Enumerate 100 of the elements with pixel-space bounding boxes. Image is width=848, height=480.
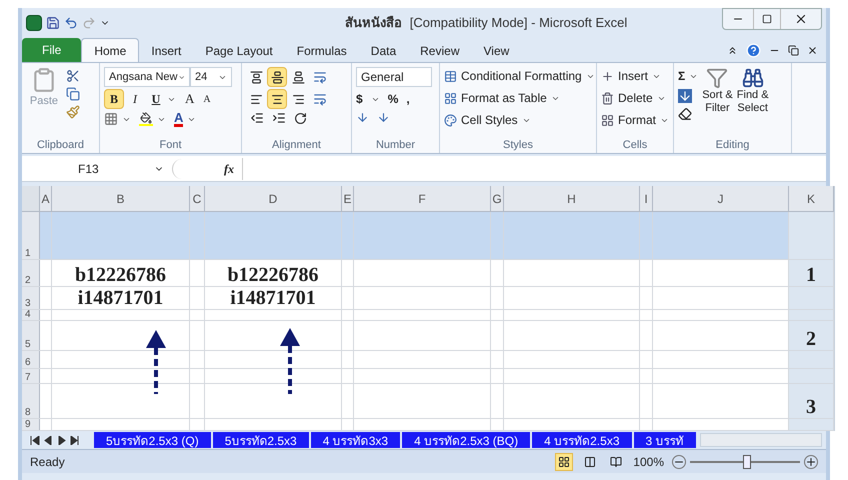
- row-header[interactable]: 6: [22, 351, 40, 368]
- font-size-field[interactable]: 24: [190, 67, 232, 87]
- group-label: Cells: [622, 138, 648, 153]
- ribbon-tab[interactable]: Formulas: [284, 40, 359, 62]
- zoom-in-icon[interactable]: [804, 454, 818, 468]
- group-label: Font: [158, 138, 182, 153]
- fill-icon[interactable]: [678, 89, 692, 103]
- eraser-icon[interactable]: [678, 107, 692, 121]
- orientation-icon[interactable]: [294, 112, 307, 124]
- column-header[interactable]: F: [354, 186, 491, 211]
- zoom-slider[interactable]: [690, 454, 800, 470]
- horizontal-scrollbar[interactable]: [700, 433, 822, 447]
- decrease-indent-icon[interactable]: [250, 111, 264, 125]
- ribbon-tab[interactable]: Data: [358, 40, 408, 62]
- row-header[interactable]: 3: [22, 287, 40, 309]
- zoom-level: 100%: [633, 454, 664, 470]
- decrease-decimal-icon[interactable]: [377, 111, 390, 124]
- file-tab[interactable]: File: [22, 38, 82, 62]
- row-header[interactable]: 7: [22, 369, 40, 383]
- row-header[interactable]: 4: [22, 310, 40, 320]
- ribbon-tab[interactable]: Insert: [139, 40, 194, 62]
- currency-button[interactable]: $: [356, 90, 363, 108]
- status-text: Ready: [30, 454, 65, 470]
- comma-button[interactable]: ,: [406, 90, 410, 108]
- increase-decimal-icon[interactable]: [356, 111, 369, 124]
- cells-menu-button[interactable]: Format: [601, 111, 670, 129]
- column-header[interactable]: B: [52, 186, 190, 211]
- maximize-button[interactable]: [753, 9, 781, 29]
- increase-indent-icon[interactable]: [272, 111, 286, 125]
- bold-button[interactable]: B: [104, 89, 124, 109]
- sort-filter-button[interactable]: Sort & Filter: [702, 67, 733, 137]
- close-icon: [794, 12, 808, 26]
- name-box[interactable]: F13: [22, 160, 172, 178]
- borders-icon[interactable]: [104, 112, 118, 126]
- vertical-scrollbar[interactable]: [834, 186, 835, 431]
- underline-button[interactable]: U: [146, 89, 166, 109]
- save-icon[interactable]: [46, 16, 60, 30]
- close-icon[interactable]: [807, 45, 818, 56]
- column-header[interactable]: E: [342, 186, 354, 211]
- align-button[interactable]: [267, 89, 287, 109]
- cut-icon[interactable]: [66, 69, 80, 83]
- ribbon-tab[interactable]: Page Layout: [193, 40, 285, 62]
- palette-icon: [444, 114, 457, 126]
- row-header[interactable]: 2: [22, 260, 40, 286]
- column-header[interactable]: D: [205, 186, 342, 211]
- group-label: Editing: [714, 138, 750, 153]
- zoom-thumb[interactable]: [743, 454, 752, 468]
- table-cell: 2: [789, 321, 834, 350]
- column-header[interactable]: H: [504, 186, 640, 211]
- font-name-field[interactable]: Angsana New: [104, 67, 190, 87]
- ribbon-tab[interactable]: Review: [408, 40, 472, 62]
- cells-menu-button[interactable]: Insert: [601, 67, 670, 85]
- copy-icon[interactable]: [66, 87, 80, 101]
- number-format-field[interactable]: General: [356, 67, 432, 87]
- ribbon-tab[interactable]: Home: [81, 38, 140, 62]
- undo-icon[interactable]: [64, 16, 78, 30]
- row-header[interactable]: 5: [22, 321, 40, 350]
- spreadsheet-logo-icon: [26, 15, 42, 31]
- column-header[interactable]: C: [190, 186, 205, 211]
- plus-icon: [601, 70, 614, 82]
- column-header[interactable]: J: [653, 186, 789, 211]
- styles-menu-button[interactable]: Conditional Formatting: [444, 67, 595, 85]
- restore-icon[interactable]: [788, 45, 799, 56]
- column-header[interactable]: G: [491, 186, 504, 211]
- help-icon[interactable]: [746, 43, 761, 58]
- grow-font-button[interactable]: A: [185, 89, 194, 109]
- insert-function-button[interactable]: fx: [224, 160, 234, 178]
- fill-color-icon[interactable]: [139, 112, 153, 126]
- merge-cells-icon[interactable]: [313, 92, 327, 106]
- align-button[interactable]: [267, 67, 287, 87]
- row-header[interactable]: 8: [22, 384, 40, 418]
- row-header[interactable]: 1: [22, 212, 40, 259]
- collapse-ribbon-icon[interactable]: [727, 45, 738, 56]
- font-color-button[interactable]: A: [174, 111, 184, 127]
- document-name: สันหนังสือ: [344, 14, 402, 32]
- shrink-font-button[interactable]: A: [203, 92, 211, 106]
- percent-button[interactable]: %: [388, 90, 398, 108]
- view-button[interactable]: [555, 452, 574, 470]
- grid-icon: [558, 456, 570, 468]
- autosum-button[interactable]: Σ: [678, 67, 698, 85]
- grid-icon: [601, 114, 614, 126]
- format-painter-icon[interactable]: [66, 105, 80, 119]
- funnel-icon: [706, 67, 728, 89]
- ribbon-tab[interactable]: View: [472, 40, 522, 62]
- styles-menu-button[interactable]: Cell Styles: [444, 111, 595, 129]
- column-header[interactable]: I: [640, 186, 653, 211]
- cells-menu-button[interactable]: Delete: [601, 89, 670, 107]
- styles-menu-button[interactable]: Format as Table: [444, 89, 595, 107]
- wrap-text-icon[interactable]: [313, 70, 327, 84]
- zoom-out-icon[interactable]: [672, 454, 686, 468]
- page-icon: [584, 456, 596, 468]
- column-header[interactable]: A: [40, 186, 52, 211]
- window-title: [Compatibility Mode] - Microsoft Excel: [410, 14, 628, 32]
- trash-icon: [601, 92, 614, 104]
- group-label: Alignment: [271, 138, 322, 153]
- align-top-icon: [250, 70, 262, 84]
- align-center-icon: [270, 92, 284, 106]
- italic-button[interactable]: I: [125, 89, 145, 109]
- find-select-button[interactable]: Find & Select: [736, 67, 769, 137]
- row-header[interactable]: 9: [22, 419, 40, 430]
